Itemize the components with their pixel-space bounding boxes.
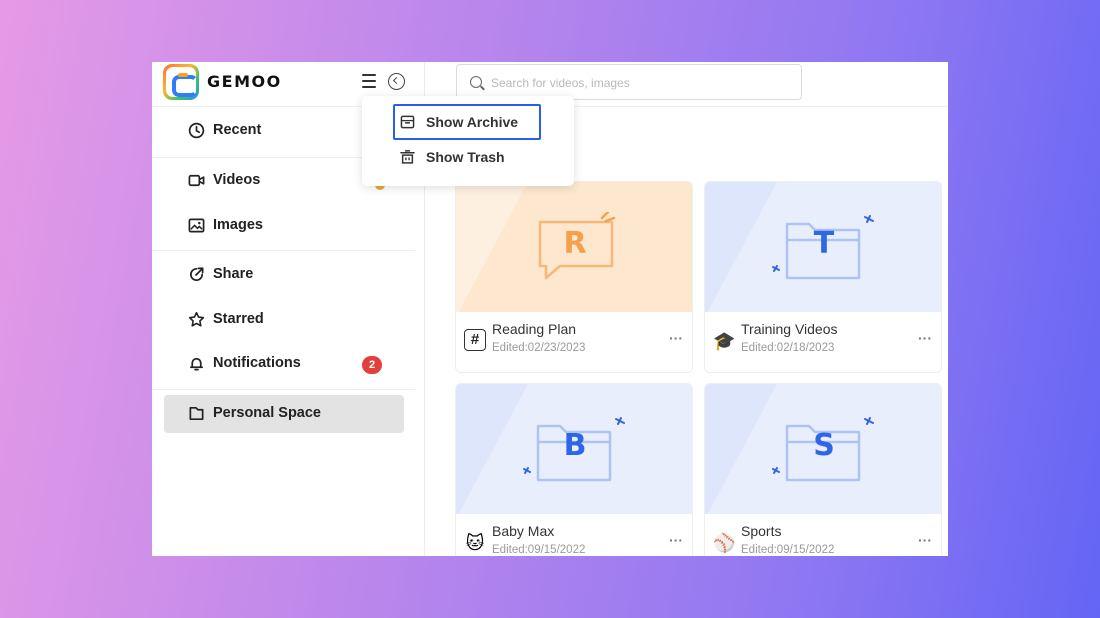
gemoo-logo-icon	[163, 64, 199, 100]
video-icon	[188, 174, 205, 187]
card-title: Reading Plan	[492, 321, 577, 337]
card-title: Baby Max	[492, 523, 555, 539]
divider	[152, 250, 415, 251]
more-options-icon[interactable]: ···	[918, 532, 932, 548]
clock-icon	[188, 122, 205, 139]
card-thumbnail: R	[456, 182, 692, 312]
folder-card-sports[interactable]: S ⚾ Sports Edited:09/15/2022 ···	[704, 383, 942, 556]
card-letter: S	[813, 428, 835, 463]
folder-card-training-videos[interactable]: T 🎓 Training Videos Edited:02/18/2023 ··…	[704, 181, 942, 373]
card-letter: T	[813, 226, 835, 261]
card-edited-date: Edited:02/23/2023	[492, 342, 586, 354]
menu-item-label: Show Archive	[426, 114, 519, 130]
menu-item-show-archive[interactable]: Show Archive	[393, 104, 541, 140]
sidebar-item-label: Images	[213, 217, 263, 233]
more-options-icon[interactable]: ···	[918, 330, 932, 346]
bell-icon	[189, 357, 204, 371]
sidebar-item-share[interactable]: Share	[164, 256, 404, 294]
notifications-count-badge: 2	[362, 356, 382, 374]
card-meta: 🎓 Training Videos Edited:02/18/2023 ···	[705, 312, 941, 372]
app-name: GEMOO	[207, 72, 282, 91]
card-letter: B	[563, 428, 587, 463]
image-icon	[188, 218, 205, 233]
card-meta: # Reading Plan Edited:02/23/2023 ···	[456, 312, 692, 372]
sidebar-item-label: Personal Space	[213, 405, 321, 421]
search-icon	[470, 76, 482, 88]
card-meta: 🐱 Baby Max Edited:09/15/2022 ···	[456, 514, 692, 556]
sidebar-item-label: Share	[213, 266, 254, 282]
view-options-dropdown: Show Archive Show Trash	[362, 96, 574, 186]
menu-item-label: Show Trash	[426, 149, 505, 165]
sidebar-item-label: Notifications	[213, 355, 301, 371]
graduation-cap-icon: 🎓	[713, 331, 736, 351]
menu-item-show-trash[interactable]: Show Trash	[393, 139, 541, 175]
card-edited-date: Edited:02/18/2023	[741, 342, 835, 354]
more-options-icon[interactable]: ···	[669, 330, 683, 346]
star-icon	[188, 311, 205, 327]
card-title: Sports	[741, 523, 782, 539]
search-input[interactable]	[491, 73, 781, 93]
sidebar-item-label: Recent	[213, 122, 262, 138]
more-options-icon[interactable]: ···	[669, 532, 683, 548]
card-meta: ⚾ Sports Edited:09/15/2022 ···	[705, 514, 941, 556]
card-thumbnail: T	[705, 182, 941, 312]
share-icon	[190, 267, 204, 281]
card-thumbnail: B	[456, 384, 692, 514]
sidebar-item-personal-space[interactable]: Personal Space	[164, 395, 404, 433]
card-letter: R	[563, 226, 587, 261]
baseball-icon: ⚾	[713, 533, 736, 553]
card-title: Training Videos	[741, 321, 838, 337]
sidebar-item-images[interactable]: Images	[164, 207, 404, 245]
folder-card-baby-max[interactable]: B 🐱 Baby Max Edited:09/15/2022 ···	[455, 383, 693, 556]
archive-icon	[400, 115, 415, 129]
sidebar-item-label: Videos	[213, 172, 261, 188]
sidebar-item-label: Starred	[213, 311, 264, 327]
sidebar-item-notifications[interactable]: Notifications 2	[164, 345, 404, 383]
hamburger-menu-icon[interactable]	[362, 74, 376, 88]
app-window: GEMOO Recent Videos Images Share Starred	[152, 62, 948, 556]
card-edited-date: Edited:09/15/2022	[492, 544, 586, 556]
divider	[152, 389, 415, 390]
card-thumbnail: S	[705, 384, 941, 514]
folder-icon	[189, 406, 204, 421]
collapse-sidebar-icon[interactable]	[388, 73, 405, 90]
folder-card-reading-plan[interactable]: R # Reading Plan Edited:02/23/2023 ···	[455, 181, 693, 373]
cat-icon: 🐱	[465, 533, 485, 553]
card-edited-date: Edited:09/15/2022	[741, 544, 835, 556]
sidebar-item-starred[interactable]: Starred	[164, 301, 404, 339]
hash-icon: #	[464, 329, 486, 351]
search-box[interactable]	[456, 64, 802, 100]
trash-icon	[400, 150, 415, 164]
